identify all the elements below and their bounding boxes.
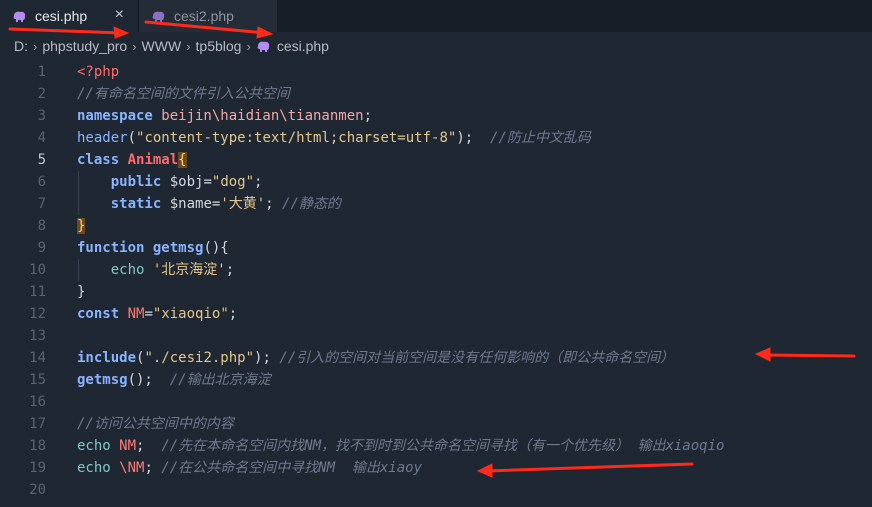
arrow-icon [144,20,274,39]
arrow-icon [8,26,130,39]
arrow-icon [754,347,856,362]
arrow-icon [476,462,694,478]
annotation-arrows [8,20,856,478]
